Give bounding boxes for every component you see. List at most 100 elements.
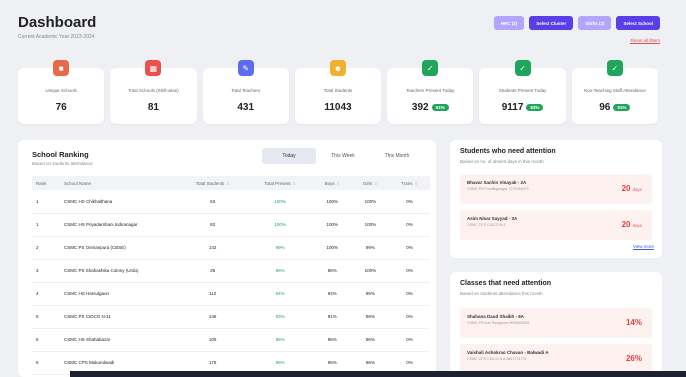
stat-teachers-present: ✓ Teachers Present Today 392 91% (387, 60, 474, 124)
table-cell: 96% (275, 337, 285, 342)
stat-value: 392 (411, 102, 429, 113)
class-entry[interactable]: Shahana Daud Shaikh - 8A CSMC PS Aref Ra… (460, 308, 652, 338)
stat-label: Teachers Present Today (406, 88, 455, 93)
table-row[interactable]: 6 CSMC HS Shahabazar 105 96% 96% 96% 0% (32, 328, 430, 351)
table-cell: 96% (365, 337, 375, 342)
table-cell: 100% (364, 198, 377, 204)
classes-attention-title: Classes that need attention (460, 280, 552, 287)
stat-value: 96 (599, 102, 611, 113)
student-detail: CSMC CPS CIDCO N-4 (467, 223, 506, 227)
tab-today[interactable]: Today (262, 148, 316, 164)
table-cell: CSMC HS Shahabazar (64, 337, 111, 342)
stat-unique-schools: ■ Unique Schools 76 (18, 60, 105, 124)
sort-icon: ⇕ (374, 180, 378, 186)
table-cell: 0% (406, 222, 413, 227)
check-icon: ✓ (514, 60, 531, 76)
table-cell: 6 (36, 360, 39, 365)
class-detail: CSMC PS Aref Rangipura 9096800826 (467, 321, 530, 325)
col-total-students[interactable]: Total Students ⇕ (178, 176, 247, 190)
table-cell: 95% (365, 314, 375, 319)
stat-value: 9117 (501, 102, 524, 113)
table-cell: 4 (36, 291, 39, 296)
table-row[interactable]: 5 CSMC PS CIDCO N-11 146 93% 91% 95% 0% (32, 305, 430, 328)
stat-label: Students Present Today (498, 88, 547, 93)
student-entry[interactable]: Asim Nisar Sayyad - 3A CSMC CPS CIDCO N-… (460, 210, 652, 240)
class-entry[interactable]: Vaishali Ashokrao Chavan - Balwadi A CSM… (460, 344, 652, 374)
class-percent: 26% (625, 354, 642, 363)
table-cell: 83 (210, 222, 216, 227)
table-cell: 100% (364, 222, 377, 227)
table-cell: 86% (327, 268, 337, 273)
table-row[interactable]: 1 CSMC HS Priyadarshani Indiranagar 83 100%… (32, 213, 430, 236)
col-school-name: School Name (64, 180, 92, 186)
table-cell: CSMC PS Osmanpura (CBSE) (64, 245, 126, 250)
table-cell: 0% (406, 245, 413, 250)
table-cell: 91% (327, 314, 337, 319)
stat-label: Non-Teaching Staff Attendance (583, 88, 646, 93)
table-cell: 1 (36, 222, 39, 227)
student-name: Asim Nisar Sayyad - 3A (467, 216, 518, 221)
table-cell: 96% (327, 337, 337, 342)
class-name: Vaishali Ashokrao Chavan - Balwadi A (467, 350, 549, 355)
sort-icon: ⇕ (226, 180, 230, 186)
ranking-subtitle: Based on students attendance (32, 161, 93, 166)
tab-this-week[interactable]: This Week (316, 148, 370, 164)
table-cell: 105 (208, 337, 217, 342)
percent-badge: 91% (613, 104, 631, 111)
col-girls[interactable]: Girls ⇕ (352, 176, 389, 190)
hrc-filter-button[interactable]: HRC (2) (493, 16, 525, 30)
class-detail: CSMC CPS CIDCO N-8 8657274774 (467, 357, 527, 361)
table-cell: CSMC HS Harsulgaon (64, 291, 110, 296)
tab-this-month[interactable]: This Month (370, 148, 424, 164)
stat-value: 11043 (324, 102, 352, 113)
stats-row: ■ Unique Schools 76 ▦ Total Schools (Shi… (18, 60, 658, 124)
classes-attention-panel: Classes that need attention Based on stu… (450, 272, 662, 377)
student-entry[interactable]: Bhavar Sachin Vinayak - 2A CSMC PS Pundl… (460, 174, 652, 204)
table-cell: 146 (208, 314, 217, 319)
table-cell: 100% (326, 245, 339, 250)
building-icon: ▦ (145, 60, 162, 76)
table-row[interactable]: 1 CSMC HS Chikhalthana 63 100% 100% 100% 0% (32, 190, 430, 213)
table-cell: 112 (209, 291, 217, 296)
table-row[interactable]: 4 CSMC HS Harsulgaon 112 94% 94% 95% 0% (32, 282, 430, 305)
table-cell: 100% (364, 268, 377, 273)
table-cell: 0% (406, 268, 413, 273)
reset-filters-link[interactable]: Reset all filters (630, 38, 660, 44)
ranking-table-body: 1 CSMC HS Chikhalthana 63 100% 100% 100% 0% 1 CS… (32, 190, 430, 374)
view-more-link[interactable]: View more (632, 244, 654, 250)
page-subtitle: Current Academic Year 2023-2024 (18, 34, 95, 40)
percent-badge: 83% (526, 104, 544, 111)
table-cell: 5 (36, 314, 39, 319)
stat-total-teachers: ✎ Total Teachers 431 (202, 60, 289, 124)
stat-label: Unique Schools (45, 88, 77, 93)
page-title: Dashboard (18, 14, 97, 31)
stat-value: 431 (237, 102, 255, 113)
col-boys[interactable]: Boys ⇕ (313, 176, 352, 190)
check-icon: ✓ (606, 60, 623, 76)
table-cell: 63 (210, 198, 216, 204)
table-cell: 95% (365, 291, 375, 296)
col-trans[interactable]: Trans ⇕ (389, 176, 430, 190)
sort-icon: ⇕ (292, 180, 296, 186)
shifts-filter-button[interactable]: Shifts (2) (578, 16, 612, 30)
stat-label: Total Students (323, 88, 353, 93)
table-cell: 94% (275, 291, 285, 296)
select-school-button[interactable]: Select School (616, 16, 660, 30)
table-row[interactable]: 3 CSMC PS Shahashika Colony (Urdu) 39 95% 86… (32, 259, 430, 282)
sort-icon: ⇕ (414, 180, 418, 186)
stat-total-schools: ▦ Total Schools (Shift-wise) 81 (110, 60, 197, 124)
table-cell: 99% (275, 245, 285, 250)
col-total-present[interactable]: Total Present ⇕ (247, 176, 313, 190)
taskbar (70, 371, 686, 377)
col-rank: Rank (36, 180, 47, 186)
stat-total-students: ☻ Total Students 11043 (294, 60, 382, 124)
table-cell: 0% (406, 198, 413, 204)
select-cluster-button[interactable]: Select Cluster (529, 16, 574, 30)
sort-icon: ⇕ (336, 180, 340, 186)
school-ranking-panel: School Ranking Based on students attenda… (18, 140, 436, 377)
table-row[interactable]: 2 CSMC PS Osmanpura (CBSE) 142 99% 100% 99% 0% (32, 236, 430, 259)
table-cell: 100% (274, 222, 286, 227)
student-detail: CSMC PS Pundlingnagar 7270744073 (467, 187, 529, 191)
percent-badge: 91% (431, 104, 449, 111)
table-header-row: Rank School Name Total Students ⇕ Total P… (32, 176, 430, 190)
